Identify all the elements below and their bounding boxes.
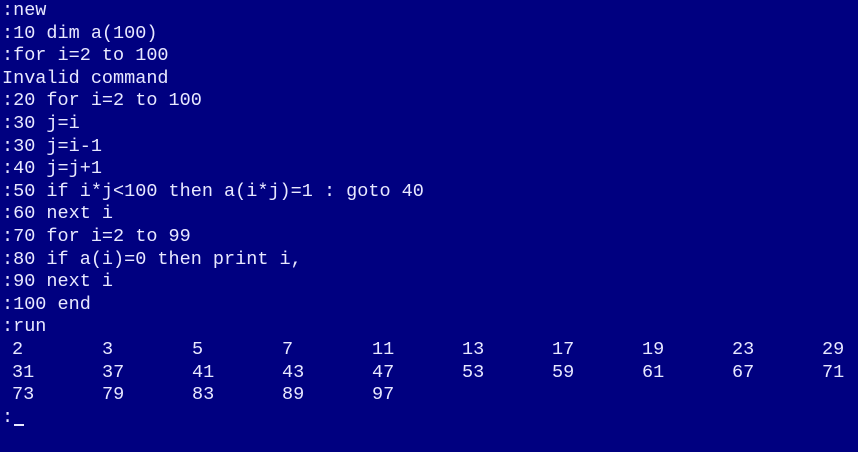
output-value: 2 bbox=[12, 338, 24, 360]
output-row: 2 3 5 7 11 13 17 19 23 29 bbox=[2, 339, 858, 362]
error-message: Invalid command bbox=[2, 67, 169, 89]
output-value: 11 bbox=[372, 338, 395, 360]
output-value: 43 bbox=[282, 361, 305, 383]
output-value: 53 bbox=[462, 361, 485, 383]
output-value: 47 bbox=[372, 361, 395, 383]
output-value: 67 bbox=[732, 361, 755, 383]
output-row: 73 79 83 89 97 bbox=[2, 384, 858, 407]
output-value: 59 bbox=[552, 361, 575, 383]
output-value: 71 bbox=[822, 361, 845, 383]
console-line: :80 if a(i)=0 then print i, bbox=[2, 248, 302, 270]
console-line: :run bbox=[2, 316, 47, 338]
output-value: 7 bbox=[282, 338, 294, 360]
input-prompt-line[interactable]: : bbox=[2, 407, 858, 430]
console-line: :90 next i bbox=[2, 271, 114, 293]
output-value: 31 bbox=[12, 361, 35, 383]
console-line: :for i=2 to 100 bbox=[2, 45, 169, 67]
output-row: 31 37 41 43 47 53 59 61 67 71 bbox=[2, 362, 858, 385]
console-line: :30 j=i bbox=[2, 112, 80, 134]
output-value: 79 bbox=[102, 384, 125, 406]
output-value: 3 bbox=[102, 338, 114, 360]
console-line: :50 if i*j<100 then a(i*j)=1 : goto 40 bbox=[2, 180, 424, 202]
console-line: :40 j=j+1 bbox=[2, 158, 102, 180]
console-line: :new bbox=[2, 0, 47, 21]
output-value: 83 bbox=[192, 384, 215, 406]
console-line: :20 for i=2 to 100 bbox=[2, 90, 202, 112]
console-line: :30 j=i-1 bbox=[2, 135, 102, 157]
output-value: 97 bbox=[372, 384, 395, 406]
output-value: 5 bbox=[192, 338, 204, 360]
output-value: 29 bbox=[822, 338, 845, 360]
console-line: :10 dim a(100) bbox=[2, 22, 158, 44]
console-line: :100 end bbox=[2, 293, 91, 315]
output-value: 17 bbox=[552, 338, 575, 360]
output-value: 41 bbox=[192, 361, 215, 383]
output-value: 19 bbox=[642, 338, 665, 360]
output-value: 89 bbox=[282, 384, 305, 406]
console-line: :70 for i=2 to 99 bbox=[2, 225, 191, 247]
output-value: 13 bbox=[462, 338, 485, 360]
output-value: 61 bbox=[642, 361, 665, 383]
output-value: 73 bbox=[12, 384, 35, 406]
terminal-window[interactable]: :new :10 dim a(100) :for i=2 to 100 Inva… bbox=[0, 0, 858, 452]
output-value: 23 bbox=[732, 338, 755, 360]
console-line: :60 next i bbox=[2, 203, 114, 225]
text-cursor bbox=[14, 423, 25, 426]
output-value: 37 bbox=[102, 361, 125, 383]
prompt-symbol: : bbox=[2, 406, 14, 428]
